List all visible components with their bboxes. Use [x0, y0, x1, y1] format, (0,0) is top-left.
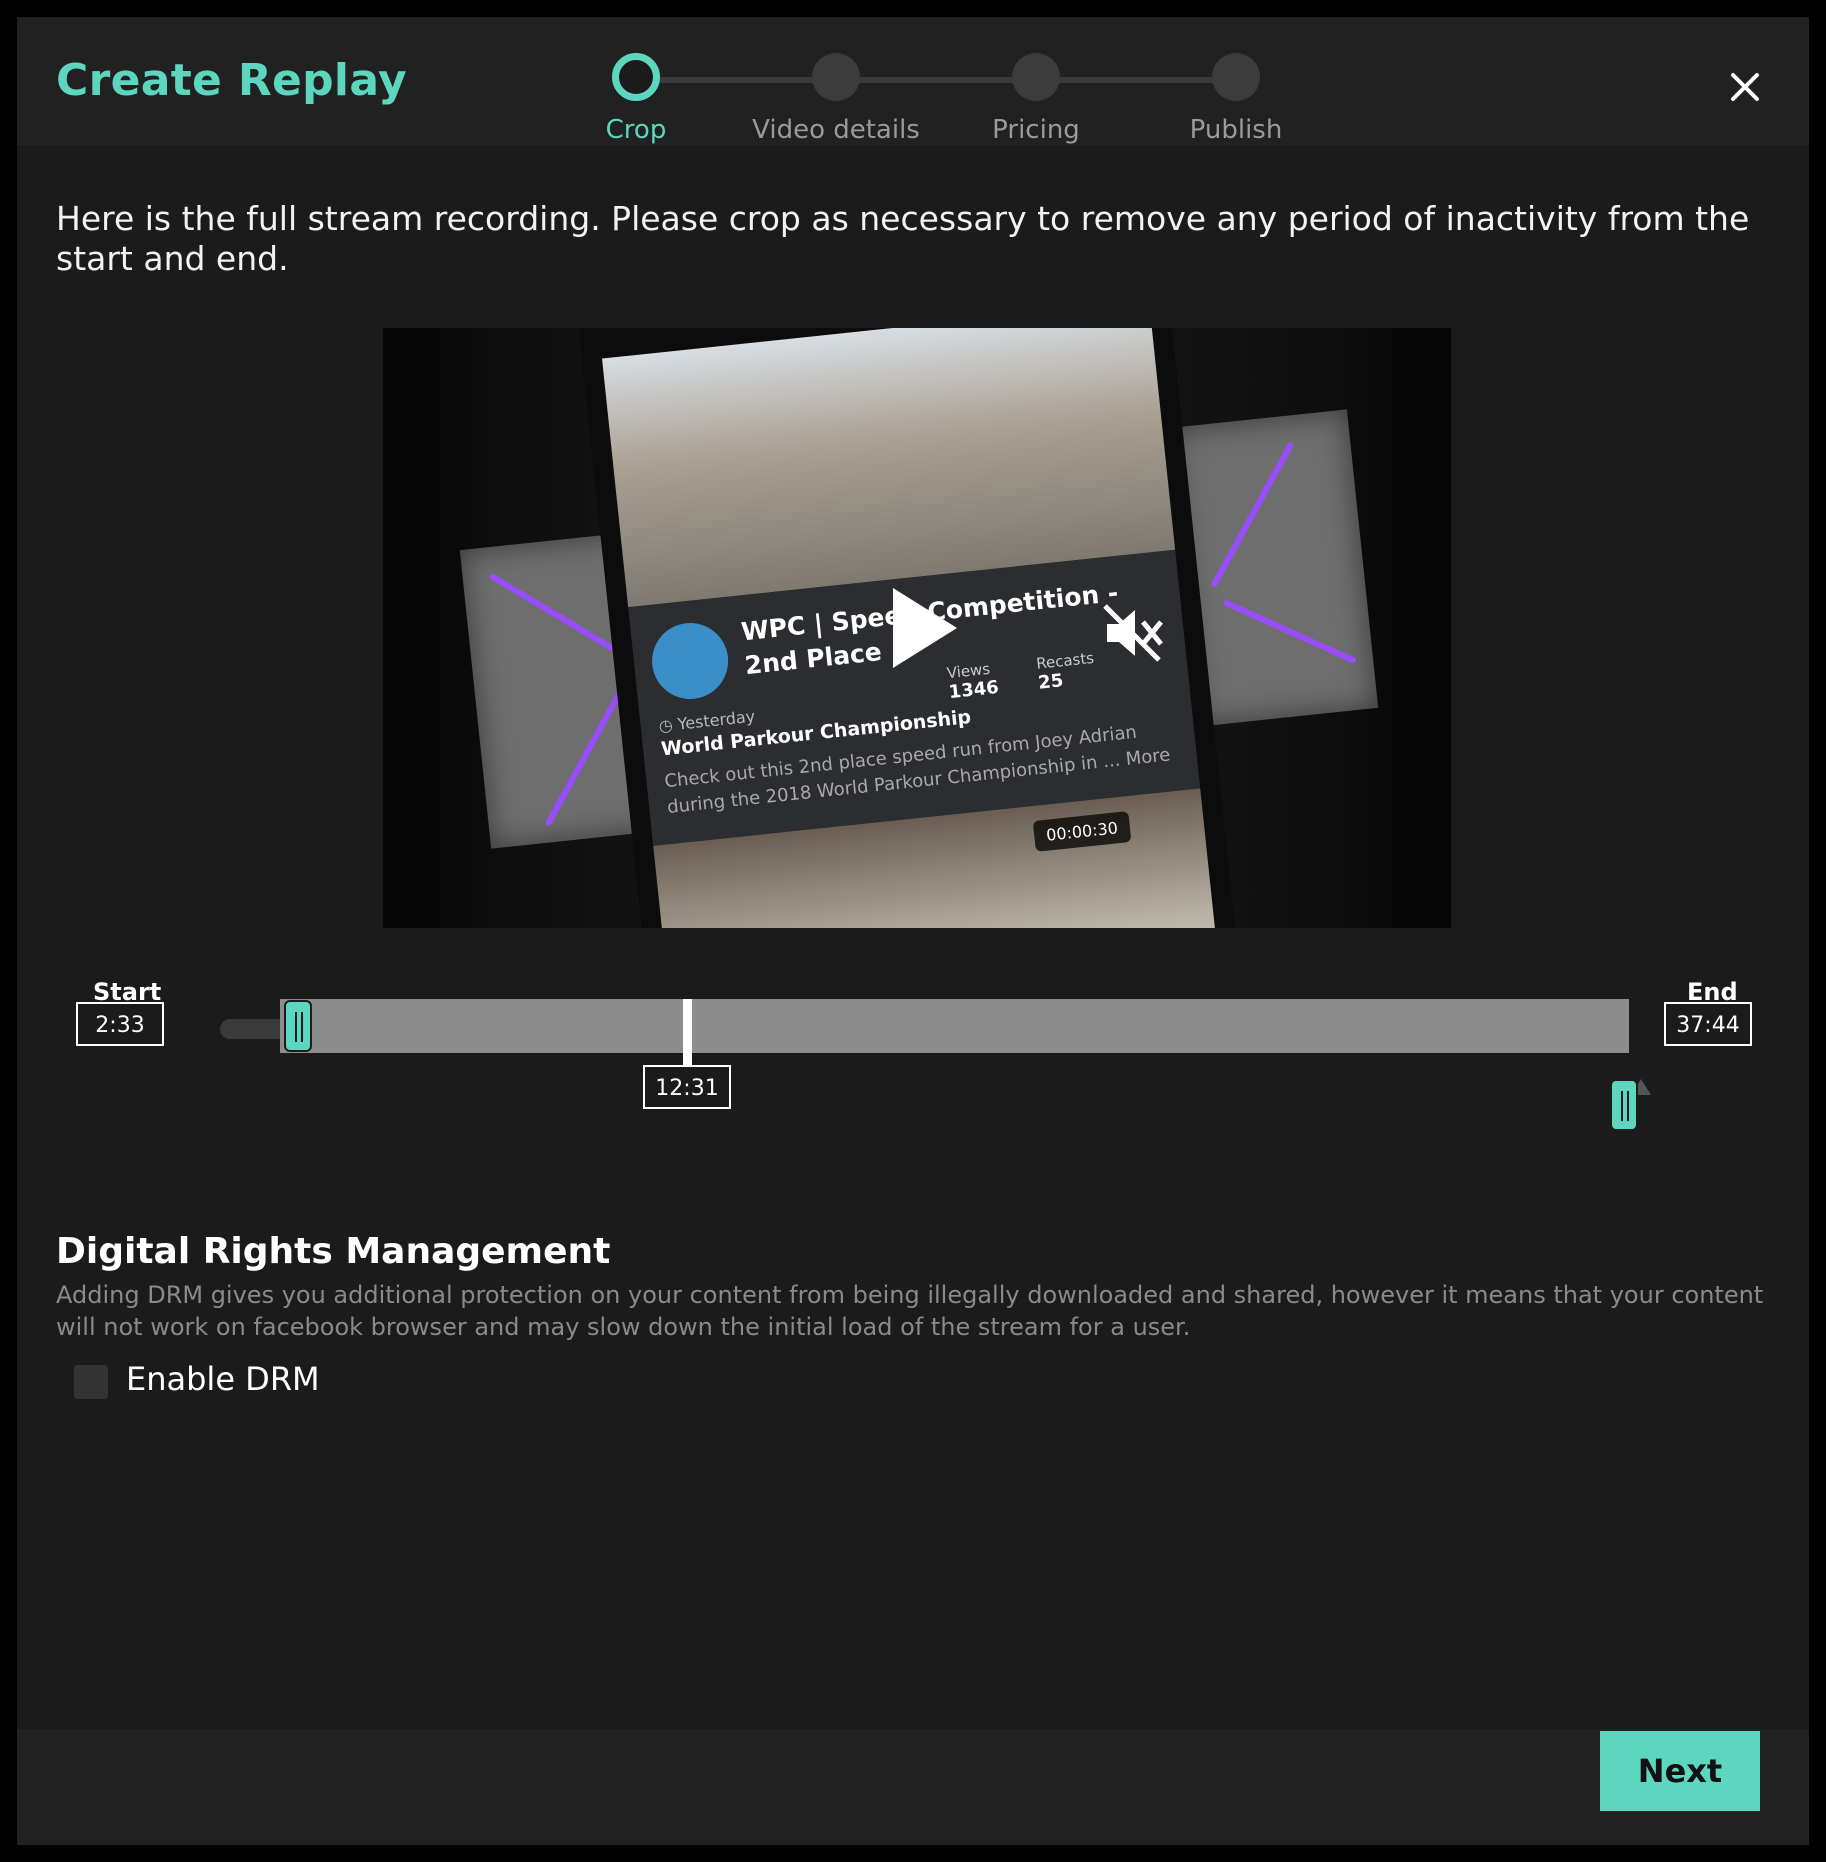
step-indicator — [612, 53, 660, 101]
modal-footer — [17, 1729, 1809, 1845]
crop-start-handle[interactable] — [284, 1000, 312, 1052]
video-preview[interactable]: WPC | Speed Competition - 2nd Place ◷ Ye… — [383, 328, 1451, 928]
instructions-text: Here is the full stream recording. Pleas… — [56, 199, 1750, 278]
play-button[interactable] — [893, 588, 957, 668]
step-video-details[interactable]: Video details — [736, 37, 936, 145]
create-replay-modal: Create Replay Crop Video details Pricing… — [17, 17, 1809, 1845]
page-title: Create Replay — [56, 55, 407, 106]
progress-stepper: Crop Video details Pricing Publish — [592, 37, 1322, 145]
close-icon — [1731, 73, 1759, 101]
step-crop[interactable]: Crop — [536, 37, 736, 145]
recasts-label: Recasts — [1035, 648, 1095, 673]
modal-header: Create Replay Crop Video details Pricing… — [17, 17, 1809, 145]
start-time-field[interactable]: 2:33 — [76, 1002, 164, 1046]
step-indicator — [1212, 53, 1260, 101]
step-pricing[interactable]: Pricing — [936, 37, 1136, 145]
enable-drm-checkbox[interactable] — [74, 1365, 108, 1399]
timeline-track[interactable] — [280, 999, 1629, 1053]
step-label: Pricing — [992, 115, 1080, 145]
next-button[interactable]: Next — [1600, 1731, 1760, 1811]
recasts-count: 25 — [1037, 670, 1065, 694]
drm-description: Adding DRM gives you additional protecti… — [56, 1281, 1764, 1341]
mute-button[interactable] — [1099, 600, 1165, 666]
channel-avatar — [648, 619, 732, 703]
step-indicator — [812, 53, 860, 101]
close-button[interactable] — [1717, 59, 1773, 115]
step-label: Crop — [605, 115, 667, 145]
playhead-time: 12:31 — [643, 1065, 731, 1109]
step-label: Publish — [1189, 115, 1283, 145]
enable-drm-label[interactable]: Enable DRM — [126, 1360, 320, 1398]
step-indicator — [1012, 53, 1060, 101]
views-count: 1346 — [947, 676, 1000, 704]
step-label: Video details — [752, 115, 920, 145]
volume-muted-icon — [1103, 604, 1163, 662]
crop-end-handle[interactable] — [1610, 1079, 1638, 1131]
step-publish[interactable]: Publish — [1136, 37, 1336, 145]
end-time-field[interactable]: 37:44 — [1664, 1002, 1752, 1046]
recasts-stat: Recasts 25 — [1035, 649, 1097, 694]
drm-heading: Digital Rights Management — [56, 1231, 611, 1272]
